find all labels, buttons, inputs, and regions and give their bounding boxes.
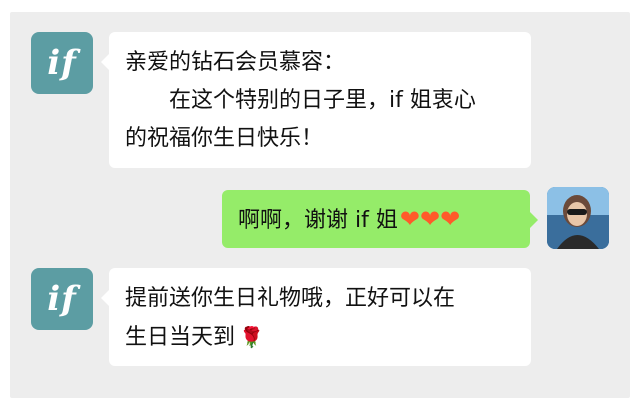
message-text: 生日当天到	[125, 325, 236, 350]
rose-icon: 🌹	[239, 325, 264, 349]
message-bubble-sent[interactable]: 啊啊，谢谢 if 姐❤❤❤	[222, 190, 538, 248]
message-line: 的祝福你生日快乐！	[125, 126, 324, 151]
if-avatar[interactable]: if	[31, 268, 93, 330]
message-line: 生日当天到 🌹	[125, 318, 515, 357]
heart-icon: ❤❤❤	[399, 205, 461, 233]
message-line: 提前送你生日礼物哦，正好可以在	[125, 286, 456, 311]
user-avatar[interactable]	[547, 187, 609, 249]
message-line: 亲爱的钻石会员慕容：	[125, 50, 346, 75]
message-bubble-received[interactable]: 亲爱的钻石会员慕容： 在这个特别的日子里，if 姐衷心 的祝福你生日快乐！	[101, 32, 531, 168]
message-text: 啊啊，谢谢 if 姐	[238, 208, 398, 233]
if-logo: if	[47, 279, 77, 319]
message-line: 啊啊，谢谢 if 姐❤❤❤	[238, 200, 514, 240]
if-avatar[interactable]: if	[31, 32, 93, 94]
message-bubble-received[interactable]: 提前送你生日礼物哦，正好可以在 生日当天到 🌹	[101, 268, 531, 366]
user-photo	[547, 187, 609, 249]
if-logo: if	[47, 43, 77, 83]
message-line: 在这个特别的日子里，if 姐衷心	[169, 88, 476, 113]
